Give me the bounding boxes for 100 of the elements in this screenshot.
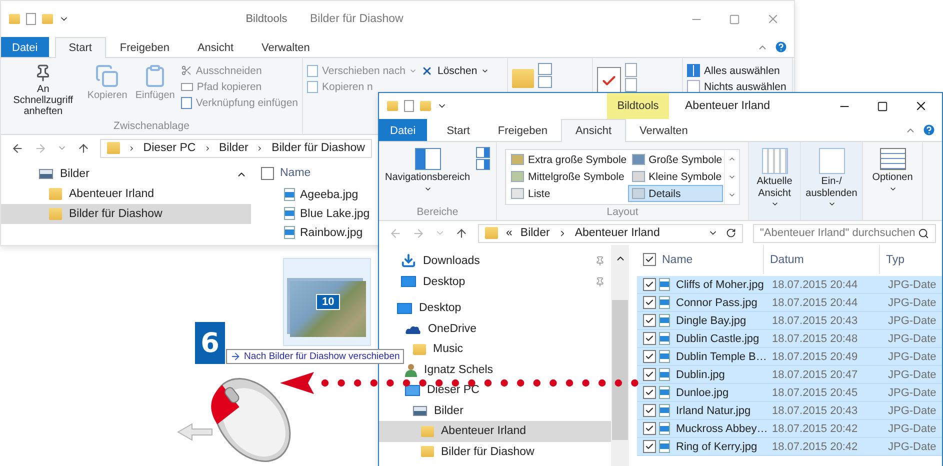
file-row[interactable]: Irland Natur.jpg 18.07.2015 20:43 JPG-Date	[637, 402, 942, 420]
ribbon-tab[interactable]: Verwalten	[248, 37, 324, 57]
help-icon[interactable]	[922, 123, 936, 137]
nav-item[interactable]: Dieser PC	[405, 380, 611, 400]
folder-icon	[387, 101, 398, 111]
address-bar[interactable]: Dieser PC Bilder Bilder für Diashow	[100, 138, 372, 158]
ribbon-tab[interactable]: Ansicht	[183, 37, 248, 57]
layout-option[interactable]: Große Symbole	[628, 151, 724, 168]
maximize-icon[interactable]	[877, 100, 888, 112]
file-date: 18.07.2015 20:42	[771, 440, 859, 452]
delete-icon	[421, 64, 434, 76]
nav-item[interactable]: Desktop	[397, 298, 611, 318]
column-header[interactable]: Datum	[764, 245, 880, 274]
file-type: JPG-Date	[887, 332, 938, 344]
options-button[interactable]: Optionen	[867, 145, 918, 194]
ribbon-tab[interactable]: Start	[54, 37, 106, 58]
file-menu-tab[interactable]: Datei	[379, 119, 427, 141]
nav-item[interactable]: Desktop	[401, 271, 611, 292]
file-row[interactable]: Connor Pass.jpg 18.07.2015 20:44 JPG-Date	[637, 294, 942, 312]
expand-icon[interactable]	[728, 191, 736, 199]
nav-item[interactable]: Bilder	[39, 164, 251, 184]
nav-item[interactable]: Bilder	[413, 400, 611, 421]
checkbox[interactable]	[643, 314, 656, 327]
ribbon-button[interactable]: Löschen	[421, 63, 490, 78]
up-icon[interactable]	[77, 142, 90, 154]
checkbox[interactable]	[643, 386, 656, 399]
file-row[interactable]: Cliffs of Moher.jpg 18.07.2015 20:44 JPG-Date	[637, 276, 942, 294]
breadcrumb[interactable]: Abenteuer Irland	[574, 227, 660, 239]
file-name: Ring of Kerry.jpg	[675, 440, 758, 452]
address-bar[interactable]: « Bilder Abenteuer Irland	[478, 224, 743, 242]
context-tab[interactable]: Bildtools	[239, 1, 294, 37]
breadcrumb[interactable]: Bilder	[218, 142, 248, 154]
ribbon-tab[interactable]: Ansicht	[561, 119, 626, 142]
file-row[interactable]: Dublin Temple B… 18.07.2015 20:49 JPG-Date	[637, 348, 942, 366]
layout-option[interactable]: Liste	[507, 185, 628, 202]
checkbox[interactable]	[643, 404, 656, 417]
scroll-thumb[interactable]	[612, 300, 628, 440]
back-icon[interactable]	[11, 142, 24, 154]
file-menu-tab[interactable]: Datei	[1, 37, 49, 57]
layout-option[interactable]: Details	[628, 185, 724, 202]
details-pane-icon[interactable]	[476, 159, 490, 170]
select-none-button[interactable]: Nichts auswählen	[687, 79, 788, 94]
checkbox[interactable]	[261, 166, 274, 180]
ribbon-tab[interactable]: Verwalten	[626, 119, 702, 141]
nav-item[interactable]: Downloads	[401, 250, 611, 271]
file-name[interactable]: Ageeba.jpg	[300, 188, 358, 200]
ribbon-tab[interactable]: Freigeben	[106, 37, 184, 57]
nav-item[interactable]: Abenteuer Irland	[379, 421, 611, 442]
nav-item[interactable]: Bilder für Diashow	[1, 204, 251, 224]
column-header[interactable]: Name	[274, 161, 364, 185]
search-field[interactable]: "Abenteuer Irland" durchsuchen	[753, 224, 936, 242]
layout-option[interactable]: Kleine Symbole	[628, 168, 724, 185]
preview-pane-icon[interactable]	[476, 147, 490, 158]
window-title: Bilder für Diashow	[310, 12, 404, 27]
layout-option[interactable]: Mittelgroße Symbole	[507, 168, 628, 185]
breadcrumb[interactable]: Dieser PC	[143, 142, 196, 154]
checkbox[interactable]	[643, 278, 656, 291]
scroll-down-icon[interactable]	[728, 173, 736, 181]
select-all-button[interactable]: Alles auswählen	[687, 63, 788, 78]
file-type: JPG-Date	[887, 386, 938, 398]
scrollbar[interactable]	[611, 245, 629, 466]
ribbon-button[interactable]: An Schnellzugriff anheften	[5, 61, 82, 118]
arrow-icon	[230, 351, 241, 362]
overflow-crumb[interactable]: «	[506, 227, 512, 239]
checkbox[interactable]	[643, 253, 656, 266]
file-name[interactable]: Rainbow.jpg	[300, 226, 363, 238]
checkbox[interactable]	[643, 440, 656, 453]
checkbox[interactable]	[643, 350, 656, 363]
file-row[interactable]: Muckross Abbey… 18.07.2015 20:42 JPG-Date	[637, 420, 942, 438]
ribbon-tab[interactable]: Freigeben	[484, 119, 562, 141]
checkbox[interactable]	[643, 296, 656, 309]
help-icon[interactable]	[774, 40, 788, 54]
nav-item[interactable]: Ignatz Schels	[405, 360, 611, 380]
nav-item[interactable]: Bilder für Diashow	[421, 442, 611, 462]
file-name[interactable]: Blue Lake.jpg	[300, 208, 370, 220]
up-icon[interactable]	[455, 226, 468, 240]
checkbox[interactable]	[643, 368, 656, 381]
image-file-icon	[284, 188, 295, 201]
breadcrumb[interactable]: Bilder für Diashow	[272, 142, 365, 154]
navigation-pane-button[interactable]: Navigationsbereich	[383, 145, 472, 194]
file-row[interactable]: Ring of Kerry.jpg 18.07.2015 20:42 JPG-Date	[637, 438, 942, 456]
breadcrumb[interactable]: Bilder	[520, 227, 550, 239]
checkbox[interactable]	[643, 332, 656, 345]
folder-icon	[49, 188, 62, 200]
column-header[interactable]: Name	[656, 245, 764, 274]
context-tab[interactable]: Bildtools	[607, 93, 669, 119]
ribbon-tab[interactable]: Start	[432, 119, 484, 141]
file-row[interactable]: Dublin.jpg 18.07.2015 20:47 JPG-Date	[637, 366, 942, 384]
nav-item[interactable]: Music	[413, 339, 611, 360]
file-row[interactable]: Dingle Bay.jpg 18.07.2015 20:43 JPG-Date	[637, 312, 942, 330]
nav-item[interactable]: OneDrive	[405, 318, 611, 339]
file-row[interactable]: Dunloe.jpg 18.07.2015 20:45 JPG-Date	[637, 384, 942, 402]
column-header[interactable]: Typ	[880, 245, 940, 274]
file-row[interactable]: Dublin Castle.jpg 18.07.2015 20:48 JPG-Date	[637, 330, 942, 348]
image-file-icon	[659, 404, 670, 417]
close-icon[interactable]	[914, 99, 928, 113]
checkbox[interactable]	[643, 422, 656, 435]
nav-item[interactable]: Abenteuer Irland	[49, 184, 251, 204]
refresh-icon[interactable]	[726, 228, 736, 238]
layout-option[interactable]: Extra große Symbole	[507, 151, 628, 168]
